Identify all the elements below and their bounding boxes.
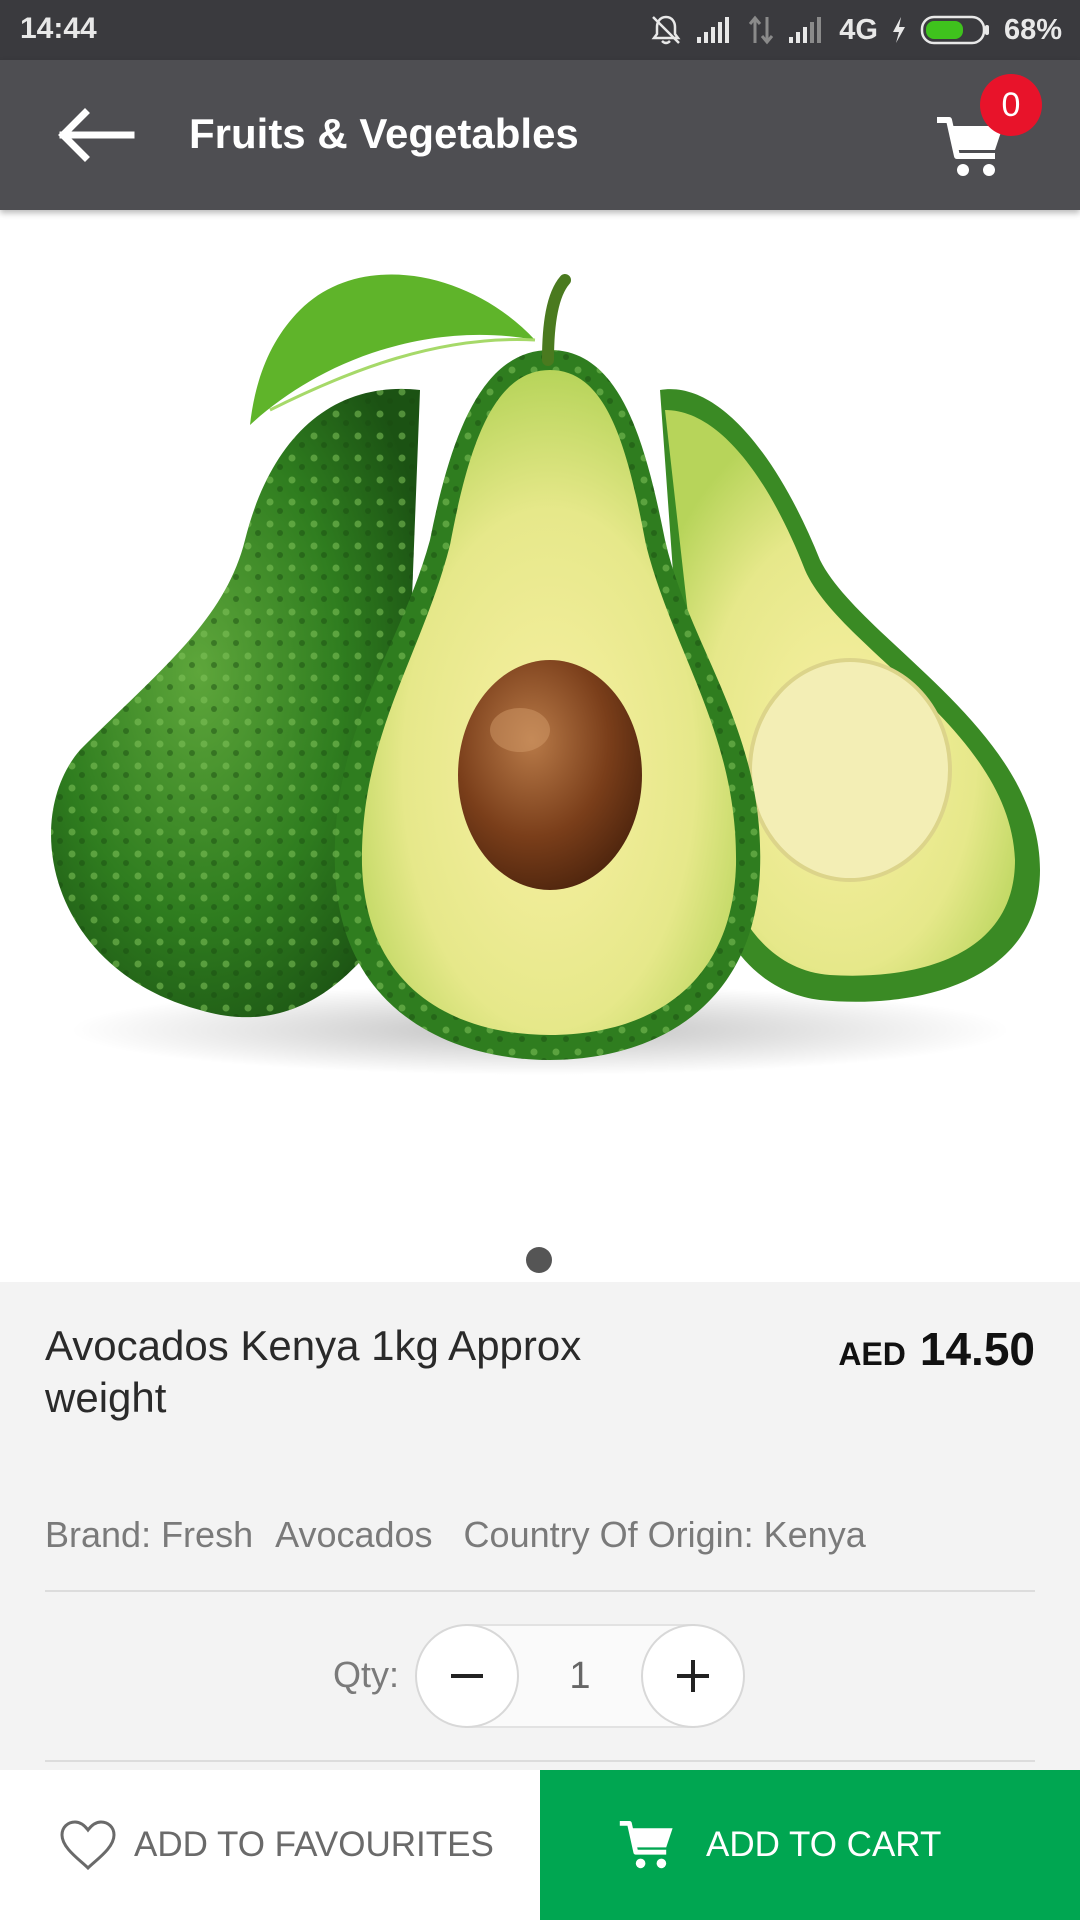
data-transfer-icon — [749, 15, 774, 45]
quantity-value[interactable]: 1 — [519, 1624, 641, 1728]
status-bar: 14:44 4G 68% — [0, 0, 1080, 60]
status-time: 14:44 — [20, 12, 97, 45]
bottom-action-bar: ADD TO FAVOURITES ADD TO CART — [0, 1770, 1080, 1920]
battery-icon — [920, 15, 989, 45]
product-name: Avocados Kenya 1kg Approx weight — [45, 1322, 582, 1421]
add-to-favourites-button[interactable]: ADD TO FAVOURITES — [0, 1770, 540, 1920]
product-subtitle: Avocados — [275, 1514, 433, 1555]
product-origin: Country Of Origin: Kenya — [463, 1514, 866, 1555]
plus-icon — [677, 1660, 709, 1692]
price-currency: AED — [838, 1336, 906, 1372]
gallery-pager-dot[interactable] — [526, 1247, 552, 1273]
heart-icon — [60, 1820, 116, 1871]
add-to-favourites-label: ADD TO FAVOURITES — [134, 1825, 494, 1864]
quantity-label: Qty: — [333, 1654, 400, 1695]
notifications-muted-icon — [651, 15, 681, 45]
decrease-quantity-button[interactable] — [415, 1624, 519, 1728]
product-meta: Brand: Fresh Avocados Country Of Origin:… — [45, 1514, 866, 1556]
divider — [45, 1760, 1035, 1762]
back-button[interactable] — [40, 98, 150, 172]
product-gallery[interactable] — [0, 210, 1080, 1282]
app-bar: Fruits & Vegetables — [0, 60, 1080, 210]
product-brand: Brand: Fresh — [45, 1514, 254, 1555]
add-to-cart-label: ADD TO CART — [706, 1825, 942, 1864]
add-to-cart-button[interactable]: ADD TO CART — [540, 1770, 1080, 1920]
signal-icon-2 — [789, 17, 822, 43]
battery-percent: 68% — [1003, 13, 1062, 46]
cart-count-badge: 0 — [980, 74, 1042, 136]
page-title: Fruits & Vegetables — [189, 110, 579, 157]
cart-icon — [619, 1821, 673, 1869]
product-price: AED 14.50 — [838, 1322, 1035, 1376]
product-details: Avocados Kenya 1kg Approx weight AED 14.… — [0, 1282, 1080, 1770]
charging-icon — [892, 17, 905, 43]
price-value: 14.50 — [919, 1323, 1035, 1375]
minus-icon — [451, 1674, 483, 1678]
quantity-stepper: 1 — [415, 1624, 745, 1728]
status-icons: 4G 68% — [649, 0, 1062, 60]
signal-icon — [697, 17, 730, 43]
product-image — [51, 274, 1040, 1075]
divider — [45, 1590, 1035, 1592]
increase-quantity-button[interactable] — [641, 1624, 745, 1728]
network-type: 4G — [839, 13, 878, 46]
arrow-left-icon — [58, 108, 135, 162]
